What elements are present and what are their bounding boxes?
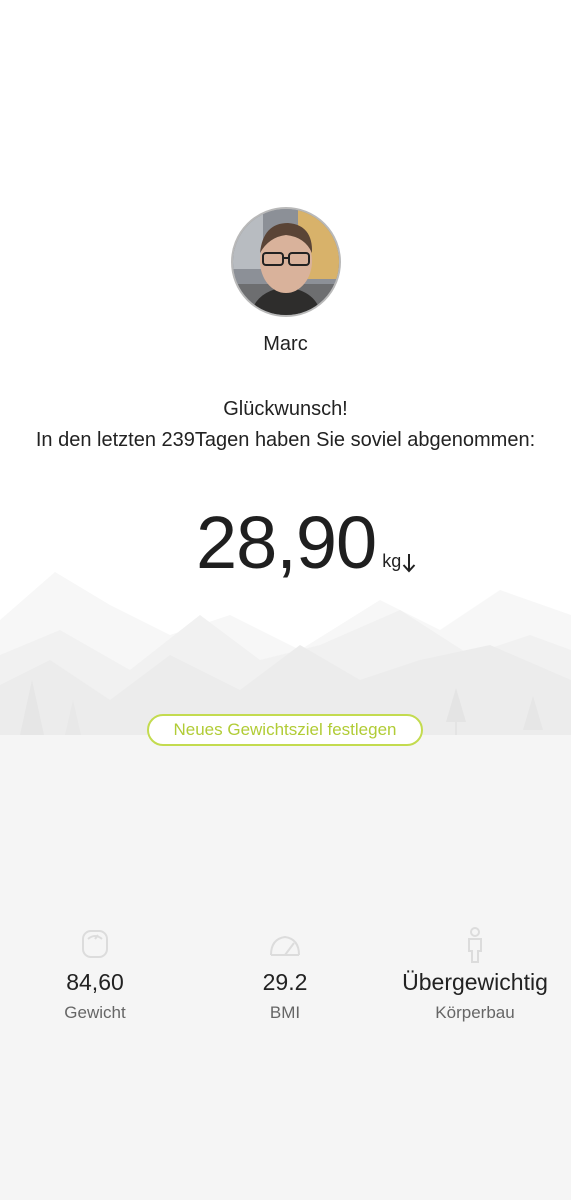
bmi-value: 29.2 [262,969,308,995]
arrow-down-icon [402,554,416,573]
stat-weight: 84,60 Gewicht [0,925,190,1025]
body-type-value: Übergewichtig [402,969,548,995]
weight-loss-unit: kg [382,551,402,571]
scale-icon [82,930,108,958]
body-figure-icon [468,927,482,963]
weight-loss-summary-screen: Marc Glückwunsch! In den letzten 239Tage… [0,0,571,1200]
bmi-label: BMI [269,1003,301,1022]
congratulations-title: Glückwunsch! [223,398,348,420]
weight-loss-display: 28,90 kg [196,496,416,586]
user-name: Marc [263,333,308,355]
stat-body-type: Übergewichtig Körperbau [380,925,570,1025]
weight-loss-value: 28,90 [196,501,377,584]
body-type-label: Körperbau [435,1003,515,1022]
weight-label: Gewicht [64,1003,126,1022]
congratulations-message: In den letzten 239Tagen haben Sie soviel… [35,429,536,451]
set-new-weight-goal-button[interactable]: Neues Gewichtsziel festlegen [147,714,423,746]
avatar[interactable] [231,207,341,317]
weight-value: 84,60 [66,969,124,995]
bmi-gauge-icon [270,935,300,956]
stat-bmi: 29.2 BMI [190,925,380,1025]
